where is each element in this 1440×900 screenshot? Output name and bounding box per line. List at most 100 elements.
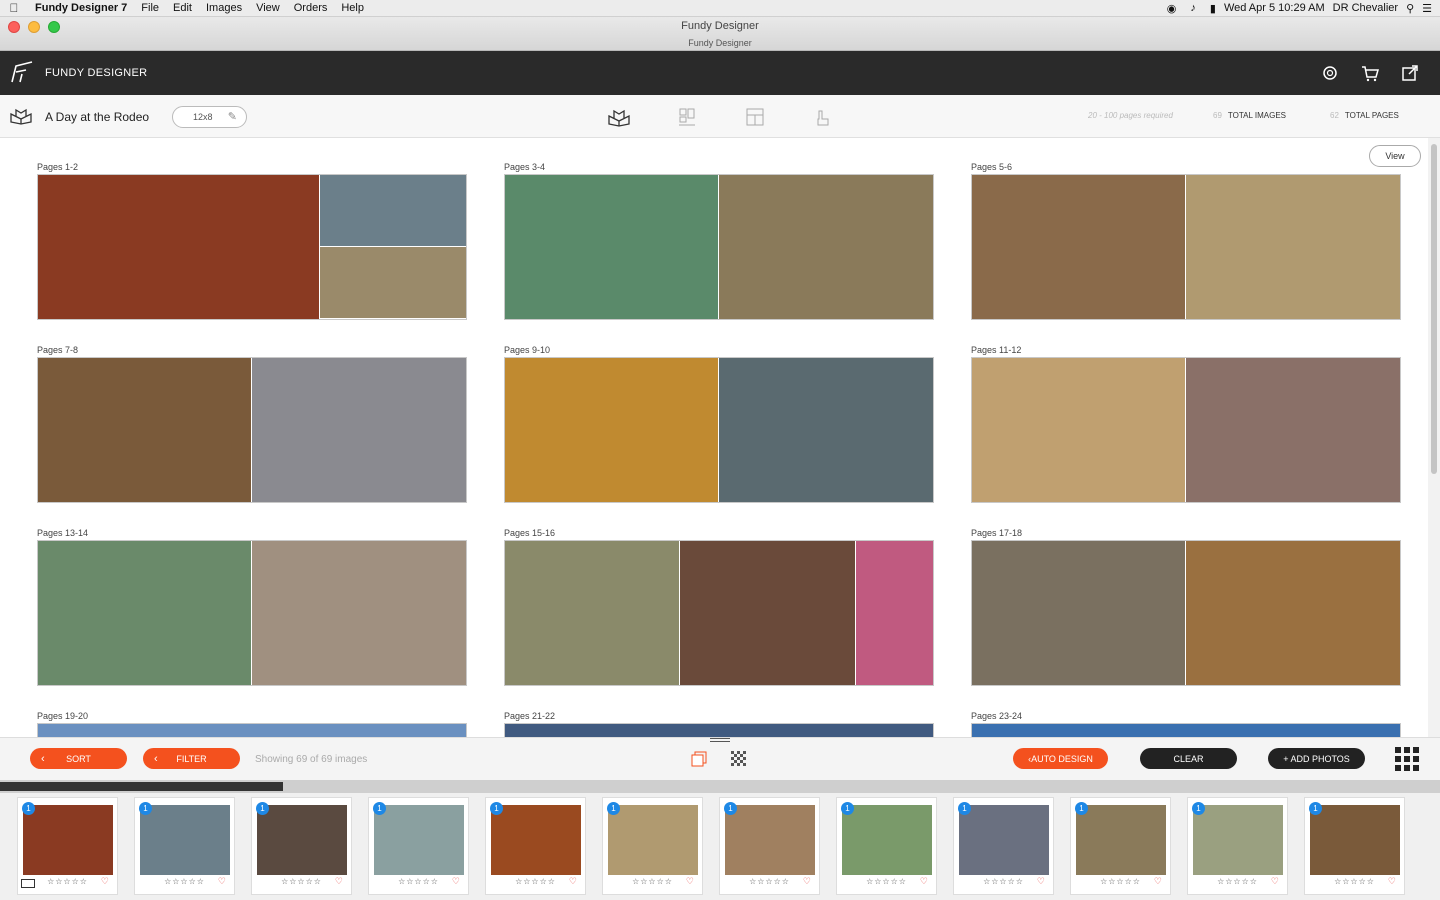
proofing-icon[interactable] [812,107,834,127]
photo[interactable] [252,358,466,502]
thumbnail-image[interactable] [491,805,581,875]
photo[interactable] [680,541,856,685]
filmstrip-thumbnail[interactable]: 1 ☆☆☆☆☆ ♡ [485,797,586,895]
thumbnail-image[interactable] [140,805,230,875]
photo[interactable] [320,247,466,319]
filmstrip-thumbnail[interactable]: 1 ☆☆☆☆☆ ♡ [1070,797,1171,895]
spread-frame[interactable] [971,174,1401,320]
export-icon[interactable] [1400,63,1420,83]
grid-pattern-icon[interactable] [730,750,748,768]
heart-icon[interactable]: ♡ [101,876,109,887]
spread[interactable]: Pages 3-4 [504,162,934,320]
photo[interactable] [505,724,933,737]
album-title[interactable]: A Day at the Rodeo [45,110,149,124]
card-designer-icon[interactable] [744,107,766,127]
menu-app[interactable]: Fundy Designer 7 [28,2,134,14]
filmstrip-scrollbar[interactable] [0,780,1440,793]
photo[interactable] [38,175,321,319]
thumbnail-image[interactable] [959,805,1049,875]
spread[interactable]: Pages 15-16 [504,528,934,686]
photo[interactable] [972,175,1186,319]
photo[interactable] [855,541,933,685]
filter-button[interactable]: ‹ FILTER [143,748,240,769]
window-tab-title[interactable]: Fundy Designer [0,38,1440,48]
filmstrip-thumbnail[interactable]: 1 ☆☆☆☆☆ ♡ [1187,797,1288,895]
scrollbar-thumb[interactable] [1431,144,1437,474]
support-icon[interactable] [1320,63,1340,83]
pencil-icon[interactable]: ✎ [228,110,237,123]
thumbnail-image[interactable] [1310,805,1400,875]
filmstrip-thumbnail[interactable]: 1 ☆☆☆☆☆ ♡ [602,797,703,895]
spread-frame[interactable] [504,174,934,320]
filmstrip-scroll-thumb[interactable] [0,782,283,791]
spread-frame[interactable] [504,357,934,503]
menu-images[interactable]: Images [199,2,249,14]
photo[interactable] [972,541,1186,685]
volume-icon[interactable]: ♪ [1190,2,1196,15]
apple-icon[interactable]:  [0,1,28,15]
album-designer-icon[interactable] [608,107,630,127]
heart-icon[interactable]: ♡ [1154,876,1162,887]
photo[interactable] [1186,358,1400,502]
grid-view-icon[interactable] [1395,747,1419,771]
menu-orders[interactable]: Orders [287,2,335,14]
cart-icon[interactable] [1360,63,1380,83]
photo[interactable] [320,175,466,247]
photo[interactable] [1186,175,1400,319]
battery-icon[interactable]: ▮ [1210,2,1216,15]
filmstrip-thumbnail[interactable]: 1 ☆☆☆☆☆ ♡ [836,797,937,895]
photo[interactable] [505,541,681,685]
heart-icon[interactable]: ♡ [335,876,343,887]
spread-frame[interactable] [37,540,467,686]
heart-icon[interactable]: ♡ [569,876,577,887]
photo[interactable] [38,724,466,737]
wall-designer-icon[interactable] [676,107,698,127]
spread[interactable]: Pages 13-14 [37,528,467,686]
spread-frame[interactable] [37,357,467,503]
notifications-icon[interactable]: ☰ [1422,2,1432,15]
photo[interactable] [38,541,252,685]
spread[interactable]: Pages 7-8 [37,345,467,503]
auto-design-button[interactable]: ‹AUTO DESIGN [1013,748,1108,769]
thumbnail-image[interactable] [725,805,815,875]
heart-icon[interactable]: ♡ [1271,876,1279,887]
filmstrip-thumbnail[interactable]: 1 ☆☆☆☆☆ ♡ [719,797,820,895]
spread[interactable]: Pages 19-20 [37,711,467,737]
thumbnail-image[interactable] [23,805,113,875]
stack-images-icon[interactable] [690,750,708,768]
thumbnail-image[interactable] [374,805,464,875]
clock[interactable]: Wed Apr 5 10:29 AM [1224,2,1325,14]
clear-button[interactable]: CLEAR [1140,748,1237,769]
thumbnail-image[interactable] [257,805,347,875]
sort-button[interactable]: ‹ SORT [30,748,127,769]
spread-frame[interactable] [971,723,1401,737]
photo[interactable] [38,358,252,502]
photo[interactable] [252,541,466,685]
spread-frame[interactable] [504,540,934,686]
filmstrip-thumbnail[interactable]: 1 ☆☆☆☆☆ ♡ [17,797,118,895]
spread[interactable]: Pages 17-18 [971,528,1401,686]
spread[interactable]: Pages 23-24 [971,711,1401,737]
spread[interactable]: Pages 9-10 [504,345,934,503]
heart-icon[interactable]: ♡ [218,876,226,887]
heart-icon[interactable]: ♡ [920,876,928,887]
spread[interactable]: Pages 1-2 [37,162,467,320]
spread-frame[interactable] [37,174,467,320]
photo[interactable] [972,358,1186,502]
photo[interactable] [505,175,719,319]
photo[interactable] [972,724,1400,737]
spread-frame[interactable] [971,540,1401,686]
user-name[interactable]: DR Chevalier [1333,2,1398,14]
spread-frame[interactable] [971,357,1401,503]
photo[interactable] [719,175,933,319]
thumbnail-image[interactable] [842,805,932,875]
wifi-icon[interactable]: ◉ [1167,2,1177,15]
thumbnail-image[interactable] [608,805,698,875]
spread-frame[interactable] [37,723,467,737]
spread[interactable]: Pages 11-12 [971,345,1401,503]
menu-edit[interactable]: Edit [166,2,199,14]
menu-help[interactable]: Help [334,2,371,14]
spread[interactable]: Pages 5-6 [971,162,1401,320]
thumbnail-image[interactable] [1076,805,1166,875]
spread[interactable]: Pages 21-22 [504,711,934,737]
